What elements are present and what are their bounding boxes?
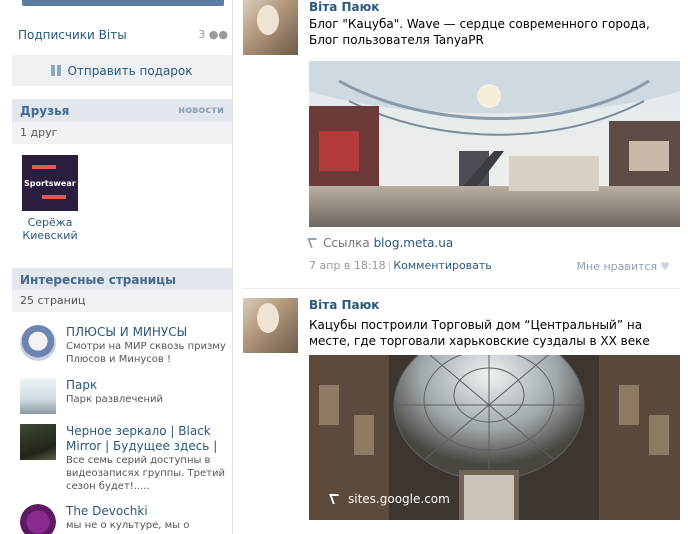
page-title[interactable]: Черное зеркало | Black Mirror | Будущее … xyxy=(66,424,230,454)
subscribers-link[interactable]: Подписчики Віты 3 ●● xyxy=(18,28,228,44)
pages-count[interactable]: 25 страниц xyxy=(12,290,232,312)
post-text: Кацубы построили Торговый дом “Центральн… xyxy=(309,318,650,348)
comment-link[interactable]: Комментировать xyxy=(393,259,491,272)
pages-title: Интересные страницы xyxy=(20,273,176,287)
page-avatar[interactable] xyxy=(20,424,56,460)
column-divider xyxy=(232,0,233,534)
page-title[interactable]: ПЛЮСЫ И МИНУСЫ xyxy=(66,325,230,340)
post-text: Блог "Кацуба". Wave — сердце современног… xyxy=(309,17,650,47)
left-sidebar: Подписчики Віты 3 ●● Отправить подарок Д… xyxy=(12,0,232,534)
page-avatar[interactable] xyxy=(20,325,56,361)
pages-header[interactable]: Интересные страницы xyxy=(12,268,232,292)
page-avatar[interactable] xyxy=(20,378,56,414)
post-author-avatar[interactable] xyxy=(243,298,298,353)
friend-first-name: Серёжа xyxy=(27,216,73,229)
subscribers-count: 3 ●● xyxy=(198,28,228,41)
page-desc: Парк развлечений xyxy=(66,394,164,405)
friends-header[interactable]: Друзья новости xyxy=(12,99,232,123)
page-title[interactable]: The Devochki xyxy=(66,504,230,519)
link-icon xyxy=(329,494,342,504)
link-icon xyxy=(307,238,320,248)
page-avatar[interactable] xyxy=(20,504,56,534)
people-icon: ●● xyxy=(208,28,228,41)
friends-title: Друзья xyxy=(20,104,70,118)
post-link[interactable]: Ссылка blog.meta.ua xyxy=(307,236,454,250)
post-date[interactable]: 7 апр в 18:18 xyxy=(309,259,386,272)
post-image[interactable]: sites.google.com xyxy=(309,355,680,520)
send-gift-label: Отправить подарок xyxy=(67,63,193,78)
link-prefix: Ссылка xyxy=(323,236,370,250)
post-image[interactable] xyxy=(309,61,680,227)
wall-post: Віта Паюк Блог "Кацуба". Wave — сердце с… xyxy=(243,0,680,285)
gift-icon xyxy=(51,65,62,76)
friends-count[interactable]: 1 друг xyxy=(12,122,232,144)
page-title[interactable]: Парк xyxy=(66,378,230,393)
post-divider xyxy=(243,288,680,289)
subscribers-label: Подписчики Віты xyxy=(18,28,127,42)
friend-photo-text: Sportswear xyxy=(24,179,76,188)
like-button[interactable]: Мне нравится ♥ xyxy=(577,260,670,273)
friend-photo[interactable]: Sportswear xyxy=(22,155,78,211)
friend-last-name: Киевский xyxy=(22,229,78,242)
post-author[interactable]: Віта Паюк xyxy=(309,0,379,14)
page-desc: Все семь серий доступны в видеозаписях г… xyxy=(66,455,225,492)
link-domain[interactable]: blog.meta.ua xyxy=(374,236,454,250)
heart-icon: ♥ xyxy=(660,260,670,273)
like-label: Мне нравится xyxy=(576,260,658,273)
page-desc: Смотри на МИР сквозь призму Плюсов и Мин… xyxy=(66,341,226,365)
post-author[interactable]: Віта Паюк xyxy=(309,298,379,312)
send-gift-button[interactable]: Отправить подарок xyxy=(12,55,232,86)
friends-news-link[interactable]: новости xyxy=(178,105,224,116)
wall-post: Віта Паюк Кацубы построили Торговый дом … xyxy=(243,298,680,534)
image-caption-text: sites.google.com xyxy=(348,492,450,506)
post-author-avatar[interactable] xyxy=(243,0,298,55)
page-desc: мы не о культуре, мы о xyxy=(66,520,190,531)
image-link-caption[interactable]: sites.google.com xyxy=(329,492,450,506)
friend-name[interactable]: Серёжа Киевский xyxy=(20,216,80,242)
friend-item[interactable]: Sportswear Серёжа Киевский xyxy=(20,155,80,242)
top-action-button[interactable] xyxy=(22,0,224,6)
post-meta: 7 апр в 18:18 | Комментировать xyxy=(309,259,492,272)
meta-separator: | xyxy=(387,259,392,272)
mall-interior-image xyxy=(309,61,680,227)
